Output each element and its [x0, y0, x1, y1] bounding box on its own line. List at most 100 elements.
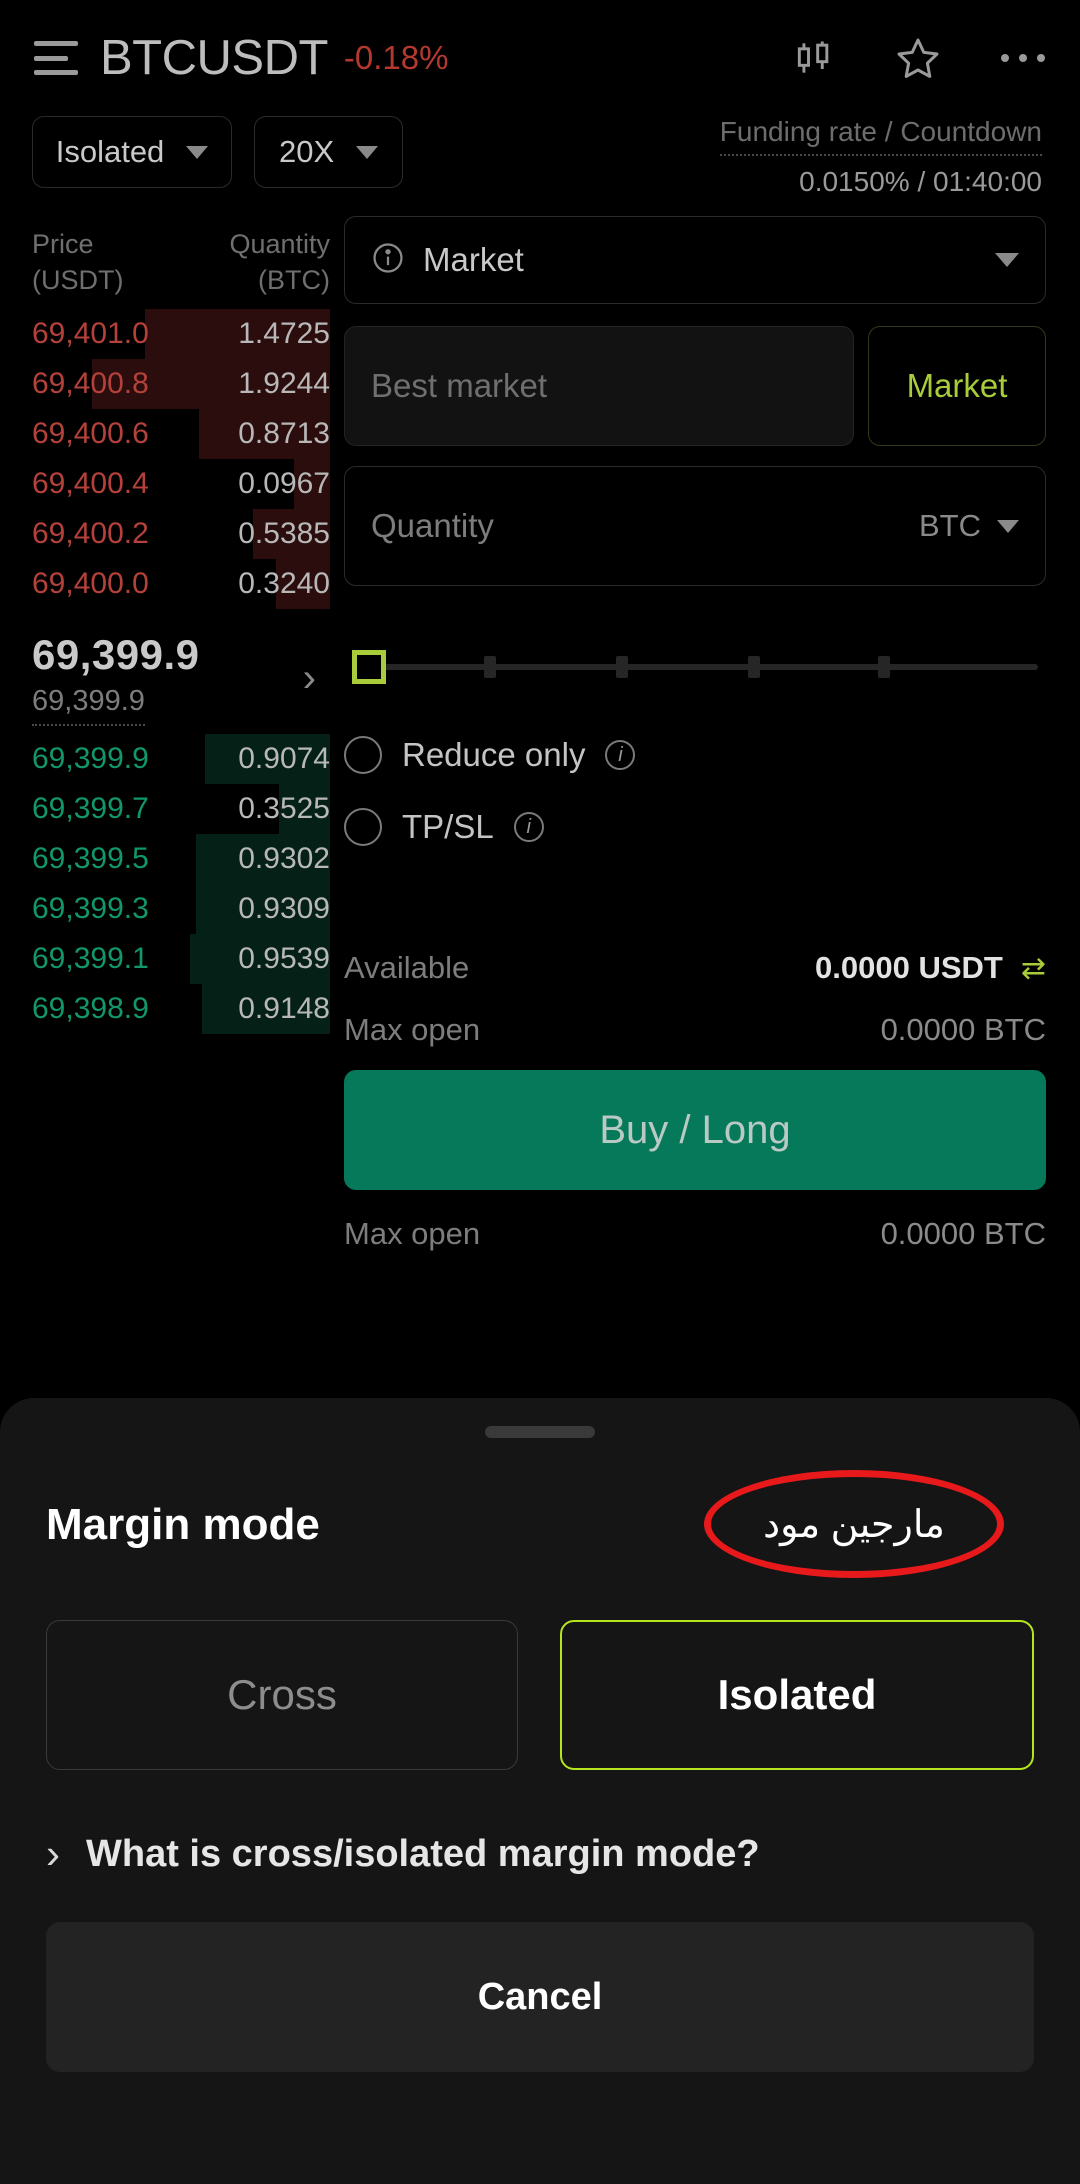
- orderbook-row[interactable]: 69,400.6 0.8713: [32, 408, 330, 459]
- orderbook-row[interactable]: 69,399.5 0.9302: [32, 833, 330, 884]
- margin-mode-help-link[interactable]: › What is cross/isolated margin mode?: [46, 1830, 1034, 1878]
- orderbook-price: 69,399.7: [32, 791, 149, 825]
- sheet-drag-handle[interactable]: [485, 1426, 595, 1438]
- margin-mode-value: Isolated: [55, 134, 165, 169]
- max-open-row-secondary: Max open 0.0000 BTC: [344, 1216, 1046, 1252]
- order-form-panel: Funding rate / Countdown 0.0150% / 01:40…: [330, 116, 1080, 1252]
- orderbook-row[interactable]: 69,398.9 0.9148: [32, 983, 330, 1034]
- orderbook-quantity: 0.9074: [238, 741, 330, 775]
- quantity-unit-selector[interactable]: BTC: [919, 508, 1019, 544]
- max-open-label: Max open: [344, 1012, 481, 1047]
- quantity-slider[interactable]: [344, 632, 1046, 702]
- max-open-row: Max open 0.0000 BTC: [344, 1012, 1046, 1048]
- orderbook-price: 69,399.5: [32, 841, 149, 875]
- more-horizontal-icon[interactable]: [1000, 51, 1046, 65]
- reduce-only-option[interactable]: Reduce only i: [344, 736, 1046, 774]
- max-open-value: 0.0000 BTC: [880, 1012, 1046, 1047]
- ask-rows: 69,401.0 1.4725 69,400.8 1.9244 69,400.6 0.87…: [32, 308, 330, 609]
- orderbook-quantity: 0.9539: [238, 941, 330, 975]
- margin-controls: Isolated 20X: [32, 116, 404, 212]
- page-title[interactable]: BTCUSDT: [100, 30, 328, 86]
- price-change-badge: -0.18%: [343, 39, 449, 76]
- orderbook-row[interactable]: 69,400.0 0.3240: [32, 558, 330, 609]
- tpsl-option[interactable]: TP/SL i: [344, 808, 1046, 846]
- chevron-right-icon[interactable]: ›: [303, 656, 330, 701]
- orderbook-price: 69,400.4: [32, 466, 149, 500]
- orderbook-panel: Isolated 20X Price (USDT) Quantity (BTC)…: [0, 116, 404, 1252]
- candlestick-icon[interactable]: [792, 36, 836, 80]
- price-row: Best market Market: [344, 326, 1046, 446]
- quantity-unit-value: BTC: [919, 508, 981, 543]
- margin-mode-help-text: What is cross/isolated margin mode?: [86, 1832, 760, 1875]
- orderbook-quantity: 0.9302: [238, 841, 330, 875]
- orderbook-row[interactable]: 69,400.4 0.0967: [32, 458, 330, 509]
- price-input[interactable]: Best market: [344, 326, 854, 446]
- tpsl-radio[interactable]: [344, 808, 382, 846]
- max-open-value-2: 0.0000 BTC: [880, 1216, 1046, 1251]
- orderbook-price: 69,399.3: [32, 891, 149, 925]
- orderbook-row[interactable]: 69,399.7 0.3525: [32, 783, 330, 834]
- hamburger-icon[interactable]: [34, 41, 78, 75]
- buy-long-button[interactable]: Buy / Long: [344, 1070, 1046, 1190]
- reduce-only-radio[interactable]: [344, 736, 382, 774]
- annotation-text: مارجین مود: [763, 1503, 945, 1546]
- bid-rows: 69,399.9 0.9074 69,399.7 0.3525 69,399.5 0.93…: [32, 733, 330, 1034]
- orderbook-quantity: 0.8713: [238, 416, 330, 450]
- chevron-down-icon: [995, 253, 1019, 267]
- orderbook-header: Price (USDT) Quantity (BTC): [32, 212, 330, 309]
- orderbook-quantity: 0.9309: [238, 891, 330, 925]
- orderbook-price: 69,400.6: [32, 416, 149, 450]
- annotation-circle: مارجین مود: [704, 1470, 1004, 1578]
- funding-rate[interactable]: Funding rate / Countdown 0.0150% / 01:40…: [344, 116, 1046, 198]
- available-label: Available: [344, 950, 470, 985]
- last-price: 69,399.9: [32, 630, 200, 678]
- star-icon[interactable]: [894, 34, 942, 82]
- chevron-right-icon: ›: [46, 1830, 60, 1877]
- price-column-header: Price (USDT): [32, 229, 124, 296]
- slider-tick-100[interactable]: [878, 656, 890, 678]
- funding-rate-label: Funding rate / Countdown: [719, 116, 1042, 156]
- market-price-button[interactable]: Market: [868, 326, 1046, 446]
- margin-mode-selector[interactable]: Isolated: [32, 116, 232, 188]
- cancel-button[interactable]: Cancel: [46, 1922, 1034, 2072]
- slider-tick-75[interactable]: [748, 656, 760, 678]
- orderbook-quantity: 1.9244: [238, 366, 330, 400]
- cross-mode-button[interactable]: Cross: [46, 1620, 518, 1770]
- sheet-title: Margin mode: [46, 1500, 320, 1549]
- info-icon[interactable]: i: [513, 812, 544, 842]
- quantity-input[interactable]: Quantity BTC: [344, 466, 1046, 586]
- info-icon[interactable]: i: [605, 740, 636, 770]
- slider-tick-50[interactable]: [616, 656, 628, 678]
- margin-mode-sheet: Margin mode مارجین مود Cross Isolated › …: [0, 1398, 1080, 2184]
- slider-track: [368, 664, 1038, 670]
- orderbook-price: 69,398.9: [32, 991, 149, 1025]
- orderbook-quantity: 0.0967: [238, 466, 330, 500]
- slider-handle[interactable]: [352, 650, 386, 684]
- funding-rate-value: 0.0150% / 01:40:00: [799, 166, 1042, 197]
- orderbook-row[interactable]: 69,399.3 0.9309: [32, 883, 330, 934]
- chevron-down-icon: [997, 519, 1019, 533]
- orderbook-row[interactable]: 69,399.1 0.9539: [32, 933, 330, 984]
- available-value: 0.0000 USDT: [815, 950, 1003, 985]
- quantity-placeholder: Quantity: [371, 507, 494, 544]
- slider-tick-25[interactable]: [484, 656, 496, 678]
- mid-price-row[interactable]: 69,399.9 69,399.9 ›: [32, 609, 330, 734]
- orderbook-price: 69,399.1: [32, 941, 149, 975]
- orderbook-quantity: 0.3240: [238, 566, 330, 600]
- swap-arrows-icon[interactable]: ⇄: [1021, 951, 1046, 986]
- orderbook-quantity: 0.5385: [238, 516, 330, 550]
- chevron-down-icon: [186, 145, 209, 159]
- orderbook-price: 69,401.0: [32, 316, 149, 350]
- orderbook-row[interactable]: 69,399.9 0.9074: [32, 733, 330, 784]
- isolated-mode-button[interactable]: Isolated: [560, 1620, 1034, 1770]
- order-type-value: Market: [423, 241, 524, 278]
- index-price: 69,399.9: [32, 685, 145, 726]
- orderbook-row[interactable]: 69,400.8 1.9244: [32, 358, 330, 409]
- orderbook-quantity: 1.4725: [238, 316, 330, 350]
- orderbook-quantity: 0.9148: [238, 991, 330, 1025]
- orderbook-row[interactable]: 69,400.2 0.5385: [32, 508, 330, 559]
- info-icon[interactable]: [371, 241, 405, 280]
- reduce-only-label: Reduce only: [402, 736, 586, 773]
- order-type-selector[interactable]: Market: [344, 216, 1046, 304]
- orderbook-row[interactable]: 69,401.0 1.4725: [32, 308, 330, 359]
